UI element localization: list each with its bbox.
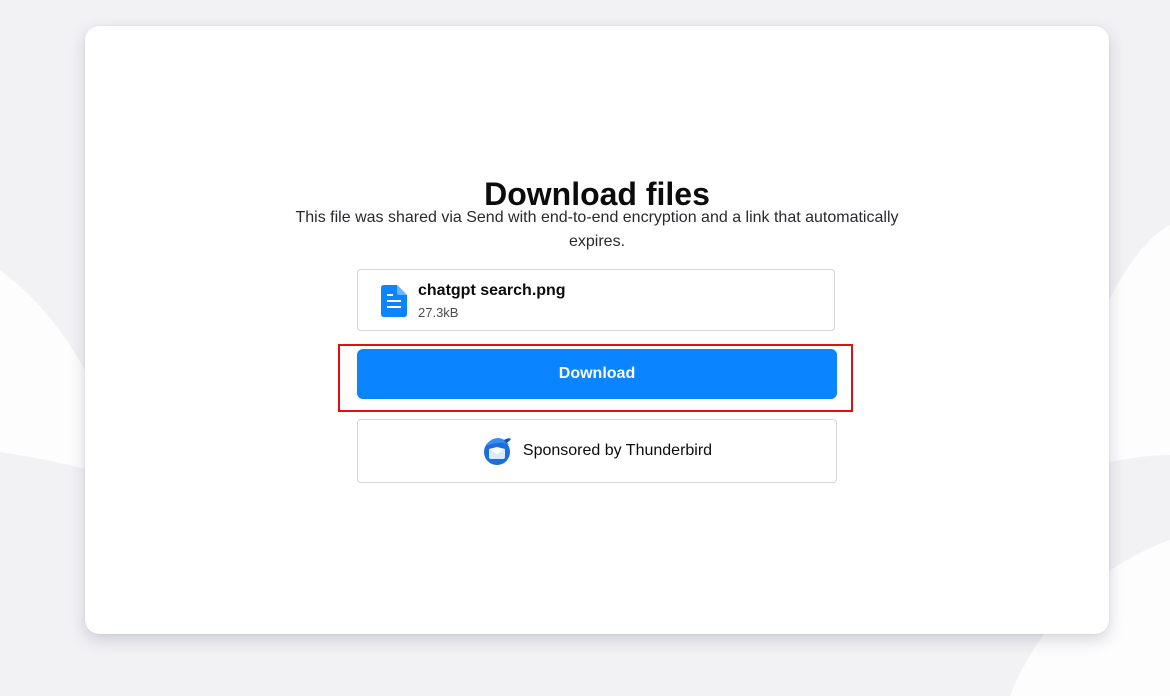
download-card: Download files This file was shared via … [85, 26, 1109, 634]
page-description: This file was shared via Send with end-t… [295, 209, 899, 250]
sponsor-label: Sponsored by Thunderbird [522, 442, 713, 459]
sponsor-link[interactable]: Sponsored by Thunderbird [357, 419, 837, 483]
document-icon [381, 285, 407, 317]
file-size: 27.3kB [418, 305, 459, 320]
file-name: chatgpt search.png [418, 282, 566, 299]
thunderbird-logo-icon [483, 438, 511, 465]
download-button[interactable]: Download [357, 349, 837, 399]
file-item: chatgpt search.png 27.3kB [357, 269, 835, 331]
